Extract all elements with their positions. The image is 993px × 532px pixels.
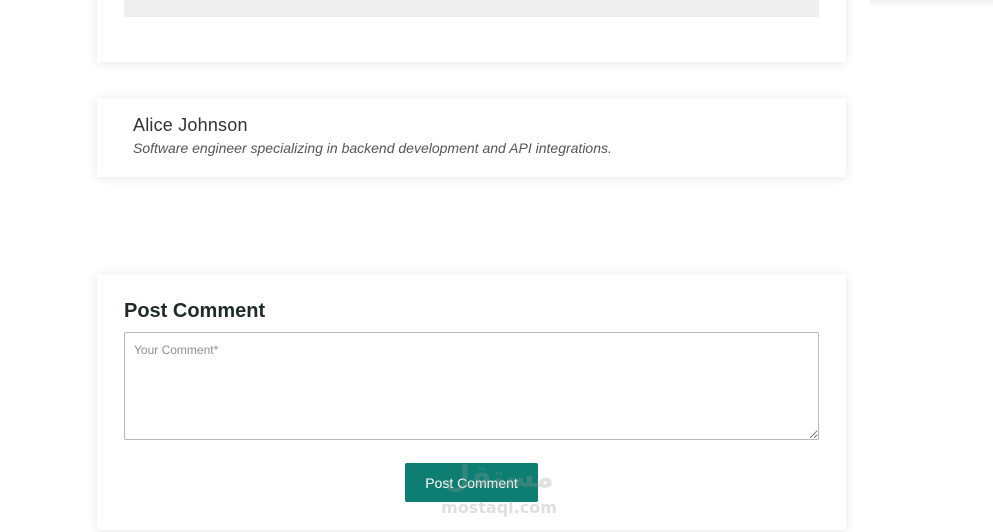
content-placeholder-block [124,0,819,17]
post-comment-title: Post Comment [124,300,266,322]
page-edge-shadow [870,0,993,8]
author-name: Alice Johnson [133,115,248,135]
previous-content-card [97,0,846,62]
comment-textarea[interactable] [124,332,819,440]
post-comment-card: Post Comment Post Comment [97,274,846,530]
author-card: Alice Johnson Software engineer speciali… [97,98,846,177]
author-bio: Software engineer specializing in backen… [133,140,612,156]
post-comment-button[interactable]: Post Comment [405,463,538,502]
